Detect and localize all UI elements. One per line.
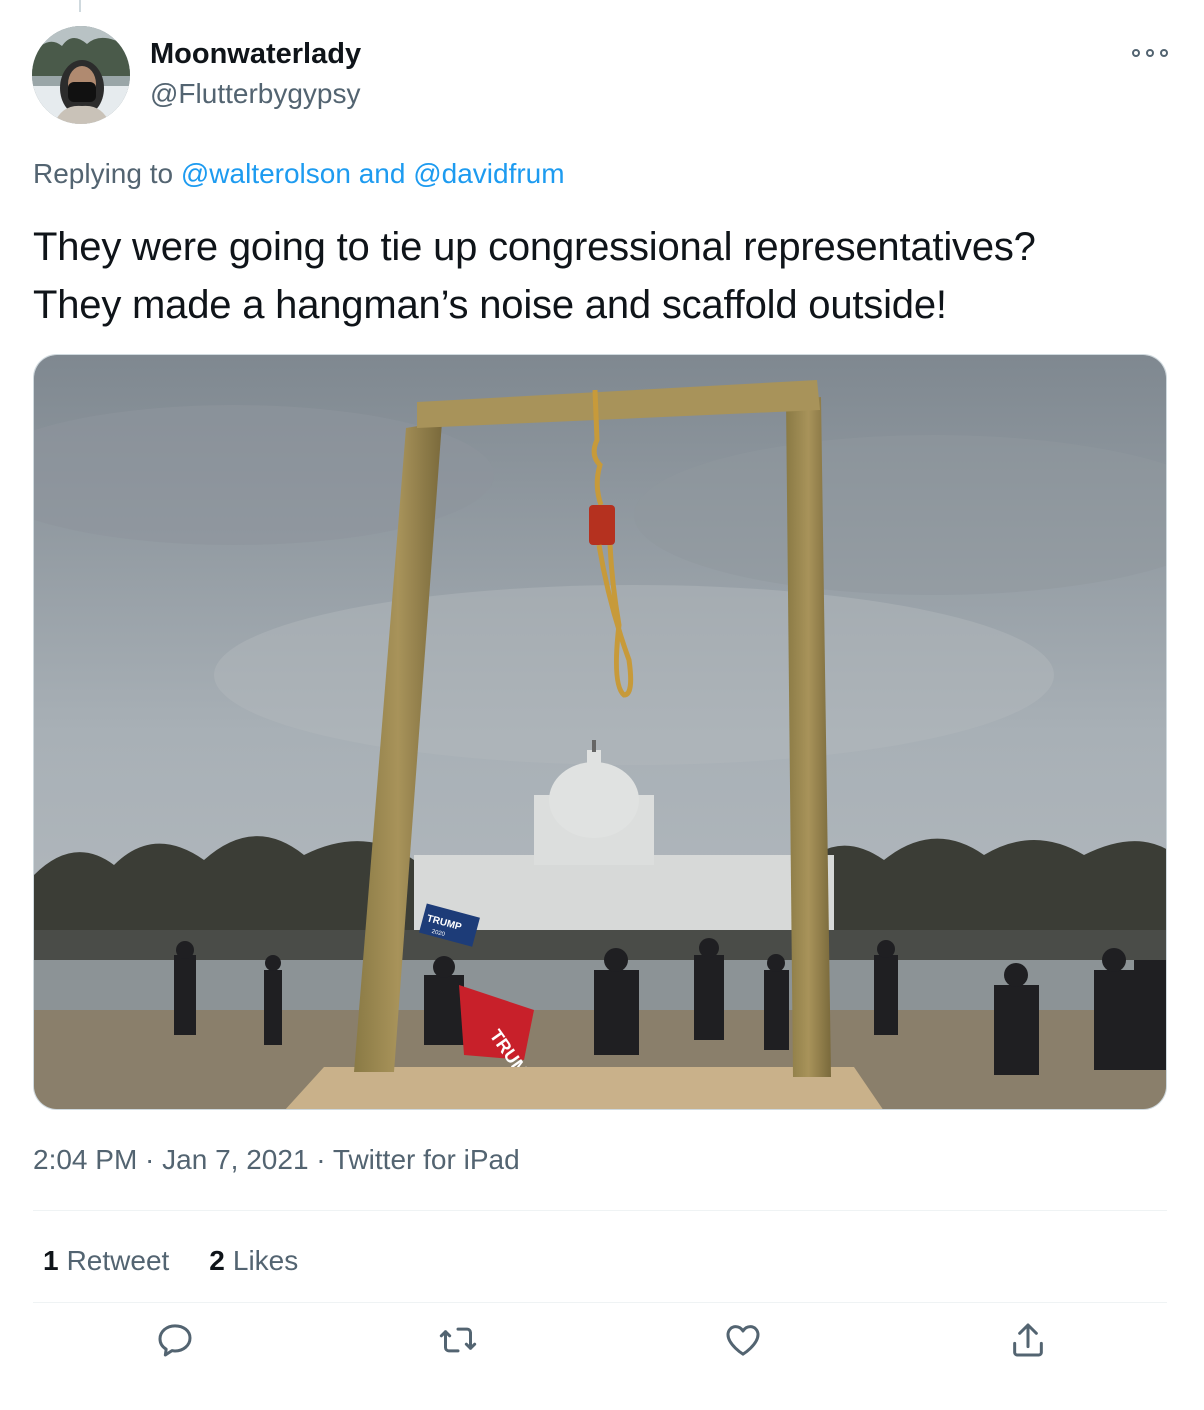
reply-icon[interactable]	[145, 1310, 205, 1370]
retweet-label: Retweet	[66, 1245, 170, 1276]
more-dot	[1160, 49, 1168, 57]
retweet-stat[interactable]: 1 Retweet	[43, 1245, 169, 1277]
more-icon[interactable]	[1132, 46, 1168, 60]
tweet-meta: 2:04 PM · Jan 7, 2021 · Twitter for iPad	[33, 1144, 520, 1176]
avatar-image	[32, 26, 130, 124]
replying-prefix: Replying to	[33, 158, 181, 189]
likes-count: 2	[209, 1245, 225, 1276]
tweet-stats: 1 Retweet 2 Likes	[43, 1245, 298, 1277]
tweet-time[interactable]: 2:04 PM	[33, 1144, 137, 1175]
likes-label: Likes	[232, 1245, 299, 1276]
mention-and[interactable]: and	[351, 158, 413, 189]
tweet-photo[interactable]: TRUM TRUMP 2020	[33, 354, 1167, 1110]
more-dot	[1146, 49, 1154, 57]
divider	[33, 1210, 1167, 1211]
avatar[interactable]	[32, 26, 130, 124]
heart-icon[interactable]	[713, 1310, 773, 1370]
replying-to: Replying to @walterolson and @davidfrum	[33, 158, 565, 190]
thread-line	[79, 0, 81, 12]
tweet-source[interactable]: Twitter for iPad	[333, 1144, 520, 1175]
tweet-text-line: They made a hangman’s noise and scaffold…	[33, 283, 947, 327]
tweet-text-line: They were going to tie up congressional …	[33, 225, 1036, 269]
likes-stat[interactable]: 2 Likes	[209, 1245, 298, 1277]
share-icon[interactable]	[998, 1310, 1058, 1370]
gallows-photo: TRUM TRUMP 2020	[34, 355, 1166, 1109]
tweet-date[interactable]: Jan 7, 2021	[162, 1144, 308, 1175]
mention-link-davidfrum[interactable]: @davidfrum	[413, 158, 564, 189]
user-handle[interactable]: @Flutterbygypsy	[150, 78, 361, 110]
tweet-text: They were going to tie up congressional …	[33, 218, 1173, 334]
retweet-icon[interactable]	[428, 1310, 488, 1370]
meta-separator: ·	[308, 1144, 333, 1175]
retweet-count: 1	[43, 1245, 59, 1276]
mention-link-walterolson[interactable]: @walterolson	[181, 158, 351, 189]
more-dot	[1132, 49, 1140, 57]
tweet-actions	[33, 1300, 1167, 1410]
display-name[interactable]: Moonwaterlady	[150, 38, 361, 71]
meta-separator: ·	[137, 1144, 163, 1175]
tweet-header: Moonwaterlady @Flutterbygypsy	[32, 26, 1172, 126]
